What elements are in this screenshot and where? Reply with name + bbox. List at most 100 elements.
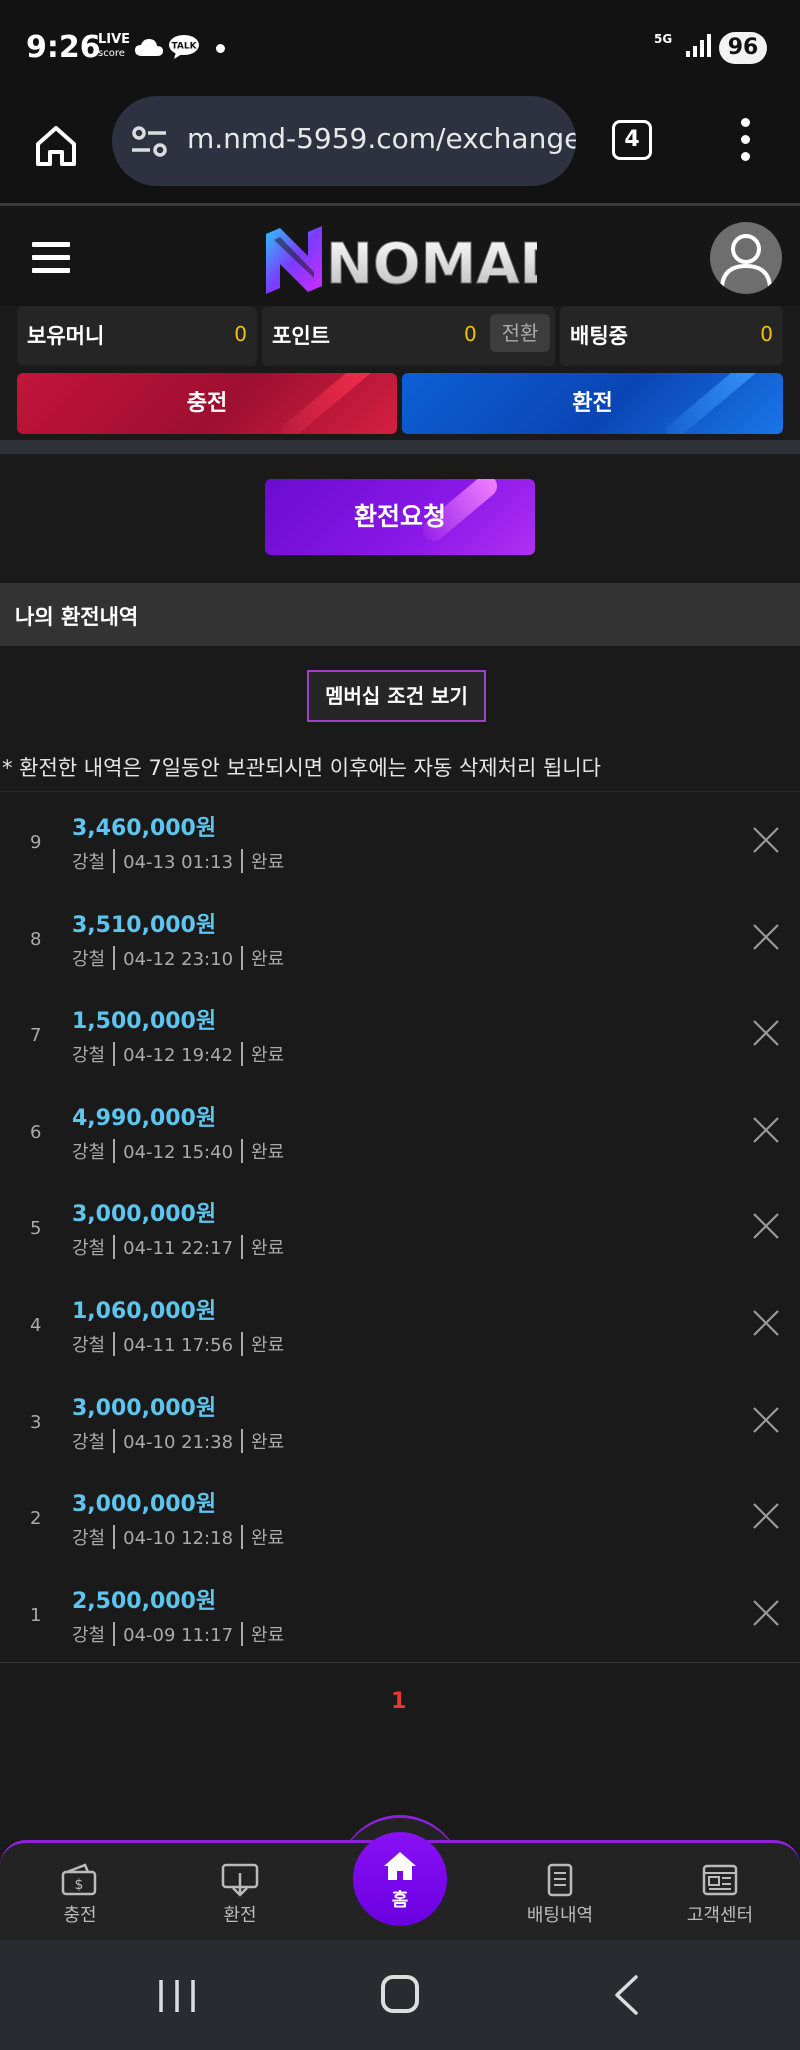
row-index: 8 — [30, 928, 42, 950]
nav-exchange-label: 환전 — [223, 1905, 257, 1926]
nav-home-button[interactable]: 홈 — [353, 1832, 447, 1926]
exchange-button[interactable]: 환전 — [402, 373, 783, 434]
home-icon[interactable] — [28, 118, 84, 174]
talk-label: TALK — [171, 42, 197, 52]
5g-icon: 5G — [654, 32, 673, 46]
row-status: 완료 — [251, 948, 285, 970]
row-meta: 강철 04-10 12:18 완료 — [72, 1524, 284, 1550]
row-datetime: 04-13 01:13 — [123, 852, 234, 873]
site-settings-icon[interactable] — [130, 124, 170, 160]
system-nav-bar — [0, 1940, 800, 2050]
back-icon[interactable] — [612, 1974, 640, 2016]
row-status: 완료 — [251, 1431, 285, 1453]
nav-customer-center[interactable]: 고객센터 — [670, 1863, 770, 1927]
system-home-icon[interactable] — [381, 1975, 419, 2013]
meta-separator — [113, 945, 116, 970]
row-amount: 1,060,000원 — [72, 1298, 217, 1324]
close-icon[interactable] — [752, 1116, 780, 1144]
notification-dot — [216, 44, 225, 53]
nav-exchange[interactable]: 환전 — [190, 1863, 290, 1927]
row-index: 2 — [30, 1508, 42, 1530]
betting-balance-box: 배팅중 0 — [560, 306, 783, 366]
row-meta: 강철 04-13 01:13 완료 — [72, 848, 284, 874]
row-meta: 강철 04-11 22:17 완료 — [72, 1234, 284, 1260]
talk-icon: TALK — [169, 35, 199, 59]
exchange-label: 환전 — [572, 391, 613, 416]
recents-icon[interactable] — [157, 1978, 197, 2014]
row-index: 6 — [30, 1121, 42, 1143]
pagination-page-1[interactable]: 1 — [391, 1689, 406, 1714]
row-amount: 4,990,000원 — [72, 1105, 217, 1131]
row-amount: 2,500,000원 — [72, 1588, 217, 1614]
close-icon[interactable] — [752, 1406, 780, 1434]
nav-customer-center-label: 고객센터 — [686, 1905, 754, 1926]
home-icon — [384, 1852, 416, 1880]
row-index: 1 — [30, 1604, 42, 1626]
row-status: 완료 — [251, 1238, 285, 1260]
row-datetime: 04-10 12:18 — [123, 1528, 234, 1550]
close-icon[interactable] — [752, 1599, 780, 1627]
row-bank: 강철 — [72, 1238, 106, 1260]
history-row: 2 3,000,000원 강철 04-10 12:18 완료 — [0, 1468, 800, 1565]
meta-separator — [241, 1525, 244, 1550]
nav-charge[interactable]: $ 충전 — [30, 1863, 130, 1927]
row-meta: 강철 04-12 23:10 완료 — [72, 945, 284, 971]
row-datetime: 04-09 11:17 — [123, 1624, 234, 1646]
meta-separator — [241, 1331, 244, 1356]
betting-label: 배팅중 — [570, 324, 628, 348]
row-amount: 3,460,000원 — [72, 816, 217, 841]
meta-separator — [113, 1621, 116, 1646]
meta-separator — [241, 1235, 244, 1260]
more-vert-icon[interactable] — [730, 118, 760, 162]
meta-separator — [241, 849, 244, 873]
exchange-request-button[interactable]: 환전요청 — [265, 479, 535, 555]
exchange-icon — [221, 1863, 259, 1897]
row-datetime: 04-10 21:38 — [123, 1431, 234, 1453]
nav-betting-history[interactable]: 배팅내역 — [510, 1863, 610, 1927]
nomad-logo[interactable]: NOMAD — [262, 226, 537, 294]
nav-home-label: 홈 — [391, 1890, 409, 1911]
user-avatar-icon[interactable] — [710, 222, 782, 294]
site-header: NOMAD — [0, 206, 800, 306]
row-bank: 강철 — [72, 1334, 106, 1356]
history-row: 3 3,000,000원 강철 04-10 21:38 완료 — [0, 1372, 800, 1469]
row-amount: 1,500,000원 — [72, 1009, 217, 1035]
history-header: 나의 환전내역 — [0, 583, 800, 646]
retention-note: * 환전한 내역은 7일동안 보관되시면 이후에는 자동 삭제처리 됩니다 — [2, 756, 601, 780]
close-icon[interactable] — [752, 1309, 780, 1337]
meta-separator — [113, 1235, 116, 1260]
close-icon[interactable] — [752, 1502, 780, 1530]
convert-points-button[interactable]: 전환 — [490, 314, 550, 352]
history-title: 나의 환전내역 — [15, 605, 139, 629]
betting-value: 0 — [760, 322, 773, 346]
money-balance-box: 보유머니 0 — [17, 306, 257, 366]
row-bank: 강철 — [72, 1431, 106, 1453]
points-balance-box: 포인트 0 전환 — [262, 306, 555, 366]
meta-separator — [113, 849, 116, 873]
tab-switcher-button[interactable]: 4 — [612, 120, 652, 160]
membership-conditions-button[interactable]: 멤버십 조건 보기 — [307, 670, 486, 722]
history-row: 4 1,060,000원 강철 04-11 17:56 완료 — [0, 1275, 800, 1372]
meta-separator — [113, 1428, 116, 1453]
row-meta: 강철 04-09 11:17 완료 — [72, 1621, 284, 1647]
close-icon[interactable] — [752, 1019, 780, 1047]
close-icon[interactable] — [752, 826, 780, 854]
close-icon[interactable] — [752, 1212, 780, 1240]
nav-betting-history-label: 배팅내역 — [526, 1905, 594, 1926]
svg-text:$: $ — [75, 1877, 84, 1893]
signal-icon — [686, 34, 711, 57]
close-icon[interactable] — [752, 923, 780, 951]
wallet-icon: $ — [61, 1863, 97, 1896]
charge-button[interactable]: 충전 — [17, 373, 397, 434]
row-status: 완료 — [251, 1045, 285, 1067]
row-datetime: 04-11 22:17 — [123, 1238, 234, 1260]
meta-separator — [241, 1042, 244, 1067]
meta-separator — [241, 1621, 244, 1646]
url-text: m.nmd-5959.com/exchange — [187, 122, 576, 155]
hamburger-menu-icon[interactable] — [32, 242, 70, 274]
battery-icon: 96 — [719, 32, 767, 64]
logo-text: NOMAD — [326, 232, 537, 294]
address-bar[interactable]: m.nmd-5959.com/exchange — [112, 96, 576, 186]
row-datetime: 04-12 15:40 — [123, 1141, 234, 1163]
meta-separator — [113, 1042, 116, 1067]
